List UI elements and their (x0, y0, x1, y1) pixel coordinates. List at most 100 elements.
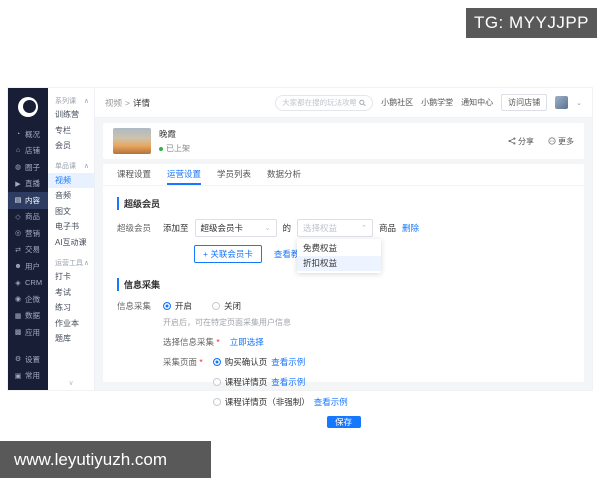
sidebar-item-crm[interactable]: ◈CRM (8, 275, 48, 292)
rights-option-free[interactable]: 免费权益 (297, 241, 381, 256)
collapse-icon: ∧ (84, 97, 89, 105)
view-example-link[interactable]: 查看示例 (314, 396, 348, 408)
rights-option-discount[interactable]: 折扣权益 (297, 256, 381, 271)
nav-group-series[interactable]: 系列课 ∧ (48, 94, 94, 107)
section-title-info-collect: 信息采集 (117, 278, 570, 291)
card-actions: 分享 更多 (508, 136, 574, 147)
sidebar-item-goods[interactable]: ◇商品 (8, 209, 48, 226)
info-collect-row: 信息采集 开启 关闭 (117, 300, 570, 312)
link-notification-center[interactable]: 通知中心 (461, 97, 493, 108)
sidebar-item-label: 店铺 (25, 145, 40, 156)
nav-item-video[interactable]: 视频 (48, 173, 94, 189)
sidebar-item-data[interactable]: ▦数据 (8, 308, 48, 325)
sidebar-item-label: 直播 (25, 178, 40, 189)
wecom-icon: ◉ (14, 295, 22, 303)
apps-icon: ▩ (14, 328, 22, 336)
share-label: 分享 (518, 136, 534, 147)
radio-on-icon[interactable] (163, 302, 171, 310)
section-title-super-member: 超级会员 (117, 197, 570, 210)
avatar[interactable] (555, 96, 568, 109)
nav-group-tools[interactable]: 运营工具∧ (48, 256, 94, 269)
page-option-label: 课程详情页（非强制） (225, 396, 310, 408)
member-card-select[interactable]: 超级会员卡 ⌄ (195, 219, 277, 237)
visit-shop-button[interactable]: 访问店铺 (501, 94, 547, 111)
link-member-card-button[interactable]: + 关联会员卡 (194, 245, 262, 263)
radio-off-icon[interactable] (213, 378, 221, 386)
more-label: 更多 (558, 136, 574, 147)
radio-off-icon[interactable] (212, 302, 220, 310)
page-option-purchase-confirm[interactable]: 购买确认页 查看示例 (213, 356, 348, 368)
breadcrumb: 视频 > 详情 (105, 97, 150, 109)
nav-item-practice[interactable]: 练习 (48, 300, 94, 316)
nav-more-chevron-icon[interactable]: ∨ (48, 379, 94, 390)
marketing-icon: ◎ (14, 229, 22, 237)
nav-item-ebook[interactable]: 电子书 (48, 219, 94, 235)
sidebar-item-label: 圈子 (25, 162, 40, 173)
sidebar-item-label: 内容 (25, 195, 40, 206)
nav-group-single[interactable]: 单品课 ∧ (48, 160, 94, 173)
view-example-link[interactable]: 查看示例 (271, 376, 305, 388)
page-option-course-detail[interactable]: 课程详情页 查看示例 (213, 376, 348, 388)
tab-student-list[interactable]: 学员列表 (217, 164, 251, 185)
nav-item-ai-course[interactable]: AI互动课 (48, 235, 94, 251)
nav-item-member[interactable]: 会员 (48, 138, 94, 154)
course-thumbnail (113, 128, 151, 154)
member-card-select-value: 超级会员卡 (201, 222, 244, 234)
nav-item-camp[interactable]: 训练营 (48, 107, 94, 123)
link-xiaoe-community[interactable]: 小鹅社区 (381, 97, 413, 108)
sidebar-item-wecom[interactable]: ◉企微 (8, 291, 48, 308)
nav-item-exam[interactable]: 考试 (48, 285, 94, 301)
sidebar-item-label: 设置 (25, 354, 40, 365)
link-xiaoe-academy[interactable]: 小鹅学堂 (421, 97, 453, 108)
sidebar-item-trade[interactable]: ⇄交易 (8, 242, 48, 259)
topbar-right: 小鹅社区 小鹅学堂 通知中心 访问店铺 ⌄ (275, 94, 582, 111)
search-box[interactable] (275, 95, 373, 111)
radio-disable[interactable]: 关闭 (212, 300, 241, 312)
collect-page-options: 购买确认页 查看示例 课程详情页 查看示例 课程详情页（非强制） (213, 356, 348, 408)
sidebar-item-frequent[interactable]: ▣常用 (8, 368, 48, 385)
admin-app-window: ◔概况 ⌂店铺 ◍圈子 ▶直播 ▤内容 ◇商品 ◎营销 ⇄交易 ☻用户 ◈CRM… (8, 88, 592, 390)
radio-enable-label: 开启 (175, 300, 192, 312)
breadcrumb-parent[interactable]: 视频 (105, 97, 122, 109)
sidebar-item-shop[interactable]: ⌂店铺 (8, 143, 48, 160)
collapse-icon: ∧ (84, 162, 89, 170)
sidebar-item-marketing[interactable]: ◎营销 (8, 225, 48, 242)
sidebar-item-community[interactable]: ◍圈子 (8, 159, 48, 176)
sidebar-item-label: 概况 (25, 129, 40, 140)
sidebar-item-apps[interactable]: ▩应用 (8, 324, 48, 341)
sidebar-item-label: CRM (25, 278, 42, 287)
view-example-link[interactable]: 查看示例 (271, 356, 305, 368)
delete-link[interactable]: 删除 (402, 222, 419, 234)
radio-off-icon[interactable] (213, 398, 221, 406)
more-button[interactable]: 更多 (548, 136, 574, 147)
tab-course-settings[interactable]: 课程设置 (117, 164, 151, 185)
radio-on-icon[interactable] (213, 358, 221, 366)
main-area: 视频 > 详情 小鹅社区 小鹅学堂 通知中心 访问店铺 ⌄ (95, 88, 592, 390)
tab-operation-settings[interactable]: 运营设置 (167, 164, 201, 185)
sidebar-item-settings[interactable]: ⚙设置 (8, 351, 48, 368)
search-input[interactable] (282, 98, 356, 107)
nav-item-question-bank[interactable]: 题库 (48, 331, 94, 347)
nav-item-homework[interactable]: 作业本 (48, 316, 94, 332)
nav-group-label: 系列课 (55, 96, 76, 106)
tab-data-analysis[interactable]: 数据分析 (267, 164, 301, 185)
nav-group-label: 单品课 (55, 161, 76, 171)
sidebar-item-live[interactable]: ▶直播 (8, 176, 48, 193)
nav-item-checkin[interactable]: 打卡 (48, 269, 94, 285)
save-button[interactable]: 保存 (327, 416, 361, 428)
nav-item-column[interactable]: 专栏 (48, 123, 94, 139)
radio-enable[interactable]: 开启 (163, 300, 192, 312)
chevron-down-icon[interactable]: ⌄ (576, 99, 582, 107)
choose-now-link[interactable]: 立即选择 (230, 336, 264, 348)
share-button[interactable]: 分享 (508, 136, 534, 147)
sidebar-item-content[interactable]: ▤内容 (8, 192, 48, 209)
sidebar-item-users[interactable]: ☻用户 (8, 258, 48, 275)
page-option-course-detail-optional[interactable]: 课程详情页（非强制） 查看示例 (213, 396, 348, 408)
nav-item-audio[interactable]: 音频 (48, 188, 94, 204)
member-card-actions: + 关联会员卡 查看教程 (194, 245, 570, 263)
rights-select[interactable]: 选择权益 ⌃ (297, 219, 373, 237)
nav-item-article[interactable]: 图文 (48, 204, 94, 220)
sidebar-item-overview[interactable]: ◔概况 (8, 126, 48, 143)
sidebar-bottom-group: ⚙设置 ▣常用 (8, 351, 48, 390)
course-status: 已上架 (159, 143, 190, 154)
